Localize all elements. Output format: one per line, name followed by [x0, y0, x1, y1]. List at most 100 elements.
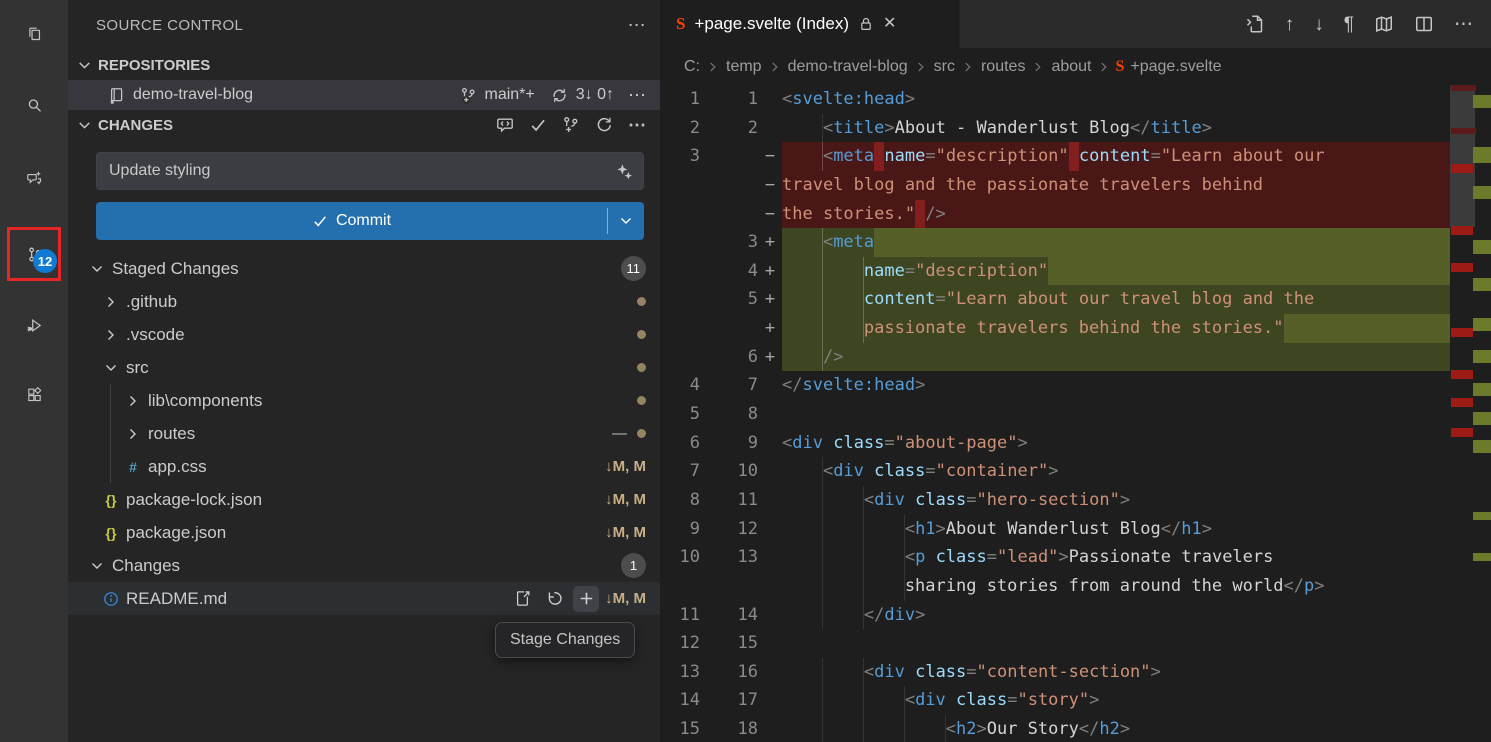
tree-item-.github[interactable]: .github — [68, 285, 660, 318]
breadcrumb-item[interactable]: routes — [979, 58, 1027, 76]
string-token: "Learn about our — [1161, 142, 1325, 171]
code-line[interactable]: −travel blog and the passionate traveler… — [660, 171, 1450, 200]
tag-token: meta — [833, 142, 874, 171]
tree-item-.vscode[interactable]: .vscode — [68, 318, 660, 351]
code-review-bubble-icon[interactable] — [496, 116, 514, 134]
scrollbar-thumb[interactable] — [1450, 85, 1475, 227]
tree-item-package-lock.json[interactable]: {}package-lock.json↓M, M — [68, 483, 660, 516]
tree-item-app.css[interactable]: #app.css↓M, M — [68, 450, 660, 483]
diff-sign — [758, 457, 782, 486]
diff-editor[interactable]: 11<svelte:head>22<title>About - Wanderlu… — [660, 85, 1491, 742]
tree-item-routes[interactable]: routes— — [68, 417, 660, 450]
next-change-icon[interactable]: ↓ — [1314, 15, 1324, 34]
tree-item-src[interactable]: src — [68, 351, 660, 384]
branch-icon[interactable] — [460, 87, 477, 104]
stage-changes-icon[interactable] — [573, 586, 599, 612]
modified-dot — [637, 429, 646, 438]
breadcrumb-item[interactable]: src — [932, 58, 957, 76]
split-editor-icon[interactable] — [1414, 14, 1434, 34]
activity-run-and-debug[interactable] — [0, 299, 68, 351]
close-icon[interactable]: ✕ — [883, 16, 896, 32]
source-control-badge: 12 — [33, 249, 57, 273]
tab-page-svelte[interactable]: S +page.svelte (Index) ✕ — [660, 0, 960, 48]
code-line[interactable]: 1013<p class="lead">Passionate travelers — [660, 543, 1450, 572]
branch-plus-icon[interactable] — [562, 116, 580, 134]
diff-sign — [758, 715, 782, 742]
discard-changes-icon[interactable] — [541, 586, 567, 612]
punctuation: > — [1048, 457, 1058, 486]
original-line-number — [660, 572, 700, 601]
sync-status[interactable]: 3↓ 0↑ — [576, 86, 614, 104]
commit-check-icon[interactable] — [529, 116, 547, 134]
activity-search[interactable] — [0, 79, 68, 131]
branch-name[interactable]: main*+ — [485, 86, 535, 104]
code-line[interactable]: 811<div class="hero-section"> — [660, 486, 1450, 515]
code-line[interactable]: 3+<meta — [660, 228, 1450, 257]
code-line[interactable]: 1316<div class="content-section"> — [660, 658, 1450, 687]
sync-icon[interactable] — [551, 87, 568, 104]
tree-item-package.json[interactable]: {}package.json↓M, M — [68, 516, 660, 549]
json-file-icon: {} — [102, 492, 120, 508]
open-file-icon[interactable] — [509, 586, 535, 612]
commit-dropdown-button[interactable] — [608, 202, 644, 240]
punctuation: = — [966, 486, 976, 515]
refresh-icon[interactable] — [595, 116, 613, 134]
copilot-sparkle-icon[interactable] — [616, 163, 633, 180]
diff-sign — [758, 429, 782, 458]
breadcrumb-item[interactable]: temp — [724, 58, 764, 76]
code-line[interactable]: +passionate travelers behind the stories… — [660, 314, 1450, 343]
svelte-icon: S — [1115, 58, 1124, 76]
code-line[interactable]: 11<svelte:head> — [660, 85, 1450, 114]
tag-token: svelte:head — [792, 85, 905, 114]
open-changes-icon[interactable] — [1245, 14, 1265, 34]
code-line[interactable]: 1114</div> — [660, 601, 1450, 630]
code-line[interactable]: sharing stories from around the world</p… — [660, 572, 1450, 601]
accessible-diff-map-icon[interactable] — [1374, 14, 1394, 34]
changes-label: CHANGES — [98, 117, 173, 134]
code-line[interactable]: 1417<div class="story"> — [660, 686, 1450, 715]
code-line[interactable]: 47</svelte:head> — [660, 371, 1450, 400]
more-actions-icon[interactable]: ⋯ — [628, 116, 646, 134]
code-line[interactable]: 22<title>About - Wanderlust Blog</title> — [660, 114, 1450, 143]
code-line[interactable]: 58 — [660, 400, 1450, 429]
breadcrumb-item[interactable]: demo-travel-blog — [786, 58, 910, 76]
activity-explorer[interactable] — [0, 7, 68, 59]
repositories-section-header[interactable]: REPOSITORIES — [68, 50, 660, 80]
code-line[interactable]: 5+content="Learn about our travel blog a… — [660, 285, 1450, 314]
more-actions-icon[interactable]: ⋯ — [628, 16, 646, 34]
code-line[interactable]: 4+name="description" — [660, 257, 1450, 286]
breadcrumb-item[interactable]: C: — [682, 58, 702, 76]
whitespace-toggle-icon[interactable]: ¶ — [1344, 15, 1354, 34]
code-content: <div class="story"> — [782, 686, 1450, 715]
activity-extensions[interactable] — [0, 368, 68, 420]
commit-message-input[interactable]: Update styling — [96, 152, 644, 190]
code-line[interactable]: 912<h1>About Wanderlust Blog</h1> — [660, 515, 1450, 544]
repository-row[interactable]: demo-travel-blog main*+ 3↓ 0↑ ⋯ — [68, 80, 660, 110]
tree-group-staged-changes[interactable]: Staged Changes11 — [68, 252, 660, 285]
tree-item-lib\components[interactable]: lib\components — [68, 384, 660, 417]
explorer-icon — [26, 25, 43, 42]
code-line[interactable]: 1215 — [660, 629, 1450, 658]
more-actions-icon[interactable]: ⋯ — [1454, 15, 1473, 34]
breadcrumb-item[interactable]: +page.svelte — [1128, 58, 1223, 76]
breadcrumb-item[interactable]: about — [1049, 58, 1093, 76]
indent-guides — [782, 486, 864, 515]
original-line-number: 9 — [660, 515, 700, 544]
activity-chat[interactable] — [0, 152, 68, 204]
code-line[interactable]: 710<div class="container"> — [660, 457, 1450, 486]
string-token: "hero-section" — [977, 486, 1120, 515]
indent-guides — [782, 314, 864, 343]
changes-section-header[interactable]: CHANGES ⋯ — [68, 110, 660, 140]
indent-guides — [782, 457, 823, 486]
code-line[interactable]: 1518<h2>Our Story</h2> — [660, 715, 1450, 742]
code-line[interactable]: 69<div class="about-page"> — [660, 429, 1450, 458]
diff-sign — [758, 601, 782, 630]
code-line[interactable]: 3−<meta name="description" content="Lear… — [660, 142, 1450, 171]
tree-group-changes[interactable]: Changes1 — [68, 549, 660, 582]
code-line[interactable]: 6+/> — [660, 343, 1450, 372]
previous-change-icon[interactable]: ↑ — [1285, 15, 1295, 34]
commit-button[interactable]: Commit — [96, 202, 644, 240]
more-actions-icon[interactable]: ⋯ — [628, 86, 646, 104]
tree-item-readme.md[interactable]: README.md↓M, M — [68, 582, 660, 615]
code-line[interactable]: −the stories." /> — [660, 200, 1450, 229]
